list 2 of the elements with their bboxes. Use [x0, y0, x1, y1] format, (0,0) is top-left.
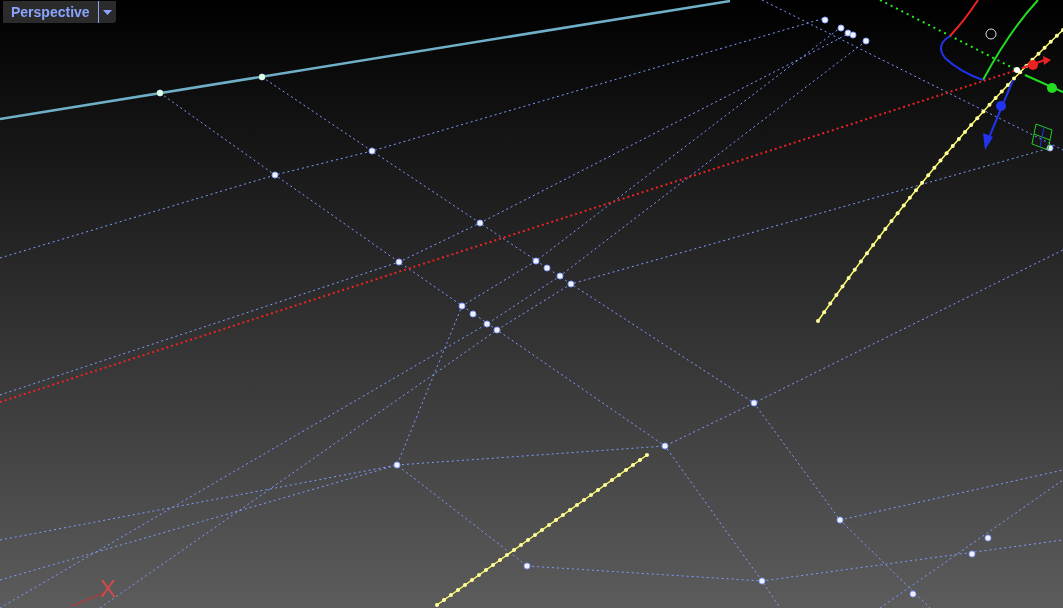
- caret-icon: [102, 9, 112, 15]
- axis-label: X: [100, 575, 116, 602]
